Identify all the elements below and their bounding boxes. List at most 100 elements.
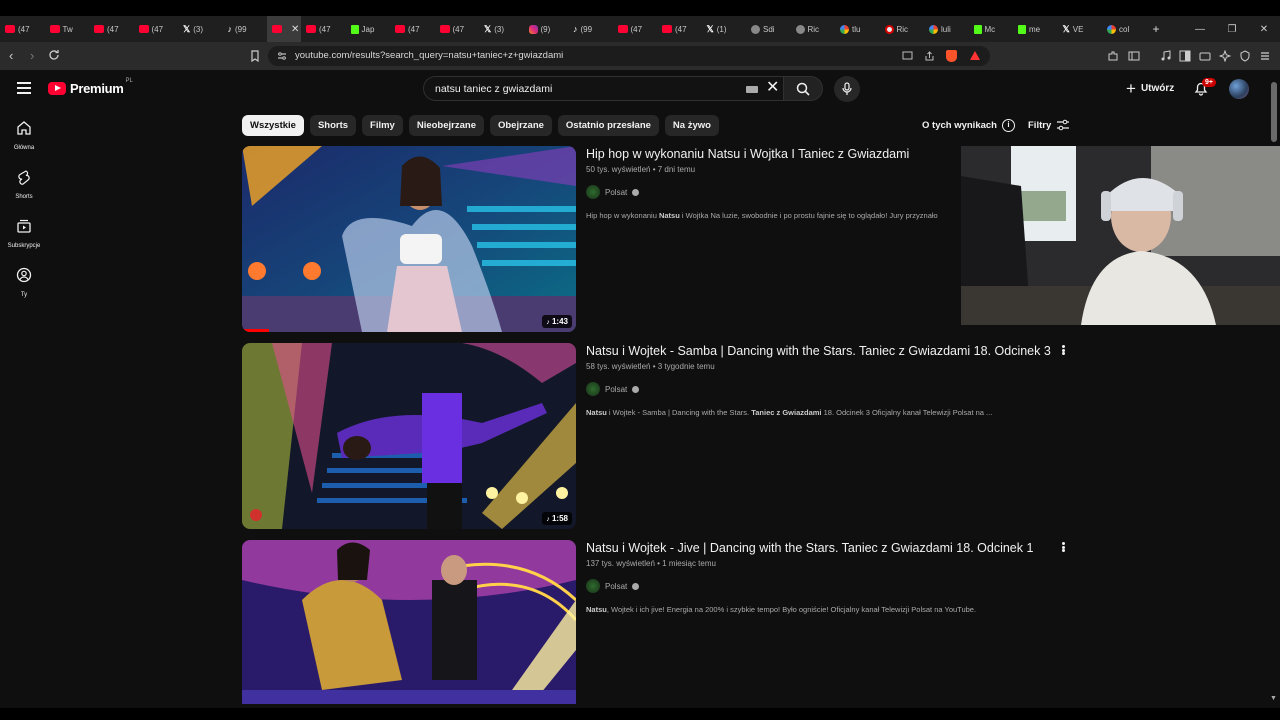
chip-unwatched[interactable]: Nieobejrzane	[408, 115, 484, 136]
url-text[interactable]: youtube.com/results?search_query=natsu+t…	[295, 50, 563, 61]
split-view-icon[interactable]	[1179, 50, 1191, 62]
browser-tab[interactable]: Ric	[880, 16, 925, 42]
menu-icon[interactable]	[1259, 50, 1271, 62]
sidebar-item-home[interactable]: Główna	[0, 120, 48, 151]
create-button[interactable]: + Utwórz	[1120, 77, 1180, 99]
scroll-down-arrow-icon[interactable]: ▼	[1270, 695, 1277, 702]
leo-ai-icon[interactable]	[1219, 50, 1231, 62]
browser-tab[interactable]: Mc	[969, 16, 1014, 42]
extensions-icon[interactable]	[1107, 50, 1119, 62]
browser-tab[interactable]: ✕	[267, 16, 301, 42]
browser-tab[interactable]: luli	[924, 16, 969, 42]
video-title[interactable]: Natsu i Wojtek - Jive | Dancing with the…	[586, 541, 1033, 555]
browser-tab[interactable]: 𝕏 (3)	[178, 16, 223, 42]
video-result[interactable]: ♪ 1:58 Natsu i Wojtek - Samba | Dancing …	[242, 343, 1072, 529]
chip-recently-uploaded[interactable]: Ostatnio przesłane	[557, 115, 659, 136]
bookmark-icon[interactable]	[249, 50, 261, 62]
restore-icon[interactable]: ❐	[1216, 24, 1248, 35]
video-thumbnail[interactable]: ♪ 1:43	[242, 146, 576, 332]
chip-all[interactable]: Wszystkie	[242, 115, 304, 136]
browser-tab[interactable]: (47	[390, 16, 435, 42]
browser-tab[interactable]: (47	[435, 16, 480, 42]
youtube-premium-logo[interactable]: Premium PL	[48, 78, 135, 96]
tab-title: (3)	[193, 24, 204, 34]
browser-tab[interactable]: (47	[613, 16, 658, 42]
channel-avatar[interactable]	[586, 579, 600, 593]
video-title[interactable]: Natsu i Wojtek - Samba | Dancing with th…	[586, 344, 1051, 358]
browser-tab[interactable]: Jap	[346, 16, 391, 42]
close-tab-icon[interactable]: ✕	[291, 24, 299, 35]
back-icon[interactable]: ‹	[9, 48, 13, 64]
wallet-icon[interactable]	[1199, 50, 1211, 62]
install-app-icon[interactable]	[902, 51, 913, 61]
sidebar-toggle-icon[interactable]	[1128, 50, 1140, 62]
chip-live[interactable]: Na żywo	[664, 115, 719, 136]
create-label: Utwórz	[1140, 82, 1175, 94]
reload-icon[interactable]	[48, 49, 60, 61]
filters-label: Filtry	[1028, 119, 1052, 131]
video-result[interactable]: ♪ 1:43 Hip hop w wykonaniu Natsu i Wojtk…	[242, 146, 1072, 332]
share-icon[interactable]	[924, 51, 935, 61]
video-title[interactable]: Hip hop w wykonaniu Natsu i Wojtka I Tan…	[586, 147, 909, 161]
account-avatar[interactable]	[1229, 79, 1249, 99]
browser-tab[interactable]: ♪ (99	[568, 16, 613, 42]
guide-menu-icon[interactable]	[17, 82, 31, 94]
site-settings-icon[interactable]	[277, 51, 287, 61]
new-tab-button[interactable]: +	[1153, 22, 1160, 36]
filters-button[interactable]: Filtry	[1028, 119, 1070, 131]
forward-icon[interactable]: ›	[30, 48, 34, 64]
browser-tab[interactable]: 𝕏 VE	[1058, 16, 1103, 42]
brave-rewards-icon[interactable]	[970, 51, 980, 60]
browser-tab[interactable]: Ric	[791, 16, 836, 42]
chip-shorts[interactable]: Shorts	[309, 115, 357, 136]
chip-watched[interactable]: Obejrzane	[489, 115, 552, 136]
search-button[interactable]	[783, 76, 823, 101]
video-thumbnail[interactable]	[242, 540, 576, 704]
browser-tab[interactable]: ♪ (99	[223, 16, 268, 42]
channel-avatar[interactable]	[586, 382, 600, 396]
media-icon[interactable]	[1160, 50, 1172, 62]
about-results-button[interactable]: O tych wynikach i	[922, 119, 1015, 132]
browser-tab[interactable]: (9)	[524, 16, 569, 42]
browser-tab[interactable]: (47	[134, 16, 179, 42]
address-bar[interactable]: youtube.com/results?search_query=natsu+t…	[268, 46, 990, 66]
browser-tab[interactable]: Tw	[45, 16, 90, 42]
brave-shield-icon[interactable]	[946, 50, 957, 62]
x-icon: 𝕏	[183, 23, 191, 34]
channel-link[interactable]: Polsat	[586, 579, 640, 593]
browser-tab[interactable]: (47	[301, 16, 346, 42]
channel-link[interactable]: Polsat	[586, 382, 640, 396]
browser-tab[interactable]: (47	[0, 16, 45, 42]
search-query-text[interactable]: natsu taniec z gwiazdami	[435, 83, 552, 95]
channel-name[interactable]: Polsat	[605, 188, 627, 197]
close-window-icon[interactable]: ✕	[1248, 24, 1280, 35]
browser-tab[interactable]: 𝕏 (3)	[479, 16, 524, 42]
voice-search-button[interactable]	[834, 76, 860, 102]
sidebar-item-shorts[interactable]: Shorts	[0, 169, 48, 200]
browser-tab[interactable]: (47	[89, 16, 134, 42]
minimize-icon[interactable]: —	[1184, 24, 1216, 35]
browser-tab[interactable]: col	[1102, 16, 1147, 42]
shorts-icon	[18, 170, 30, 185]
page-scrollbar[interactable]	[1271, 82, 1277, 142]
search-input[interactable]: natsu taniec z gwiazdami ✕	[423, 76, 785, 101]
sidebar-item-you[interactable]: Ty	[0, 267, 48, 298]
chip-videos[interactable]: Filmy	[362, 115, 403, 136]
channel-avatar[interactable]	[586, 185, 600, 199]
video-result[interactable]: Natsu i Wojtek - Jive | Dancing with the…	[242, 540, 1072, 720]
vpn-shield-icon[interactable]	[1239, 50, 1251, 62]
browser-tab[interactable]: me	[1013, 16, 1058, 42]
browser-tab[interactable]: (47	[657, 16, 702, 42]
sidebar-item-subscriptions[interactable]: Subskrypcje	[0, 218, 48, 249]
more-actions-icon[interactable]	[1058, 343, 1068, 357]
channel-link[interactable]: Polsat	[586, 185, 640, 199]
channel-name[interactable]: Polsat	[605, 385, 627, 394]
more-actions-icon[interactable]	[1058, 540, 1068, 554]
browser-tab[interactable]: tlu	[835, 16, 880, 42]
video-thumbnail[interactable]: ♪ 1:58	[242, 343, 576, 529]
clear-search-icon[interactable]: ✕	[766, 80, 779, 96]
channel-name[interactable]: Polsat	[605, 582, 627, 591]
browser-tab[interactable]: Sdi	[746, 16, 791, 42]
browser-tab[interactable]: 𝕏 (1)	[702, 16, 747, 42]
keyboard-icon[interactable]	[746, 86, 758, 93]
